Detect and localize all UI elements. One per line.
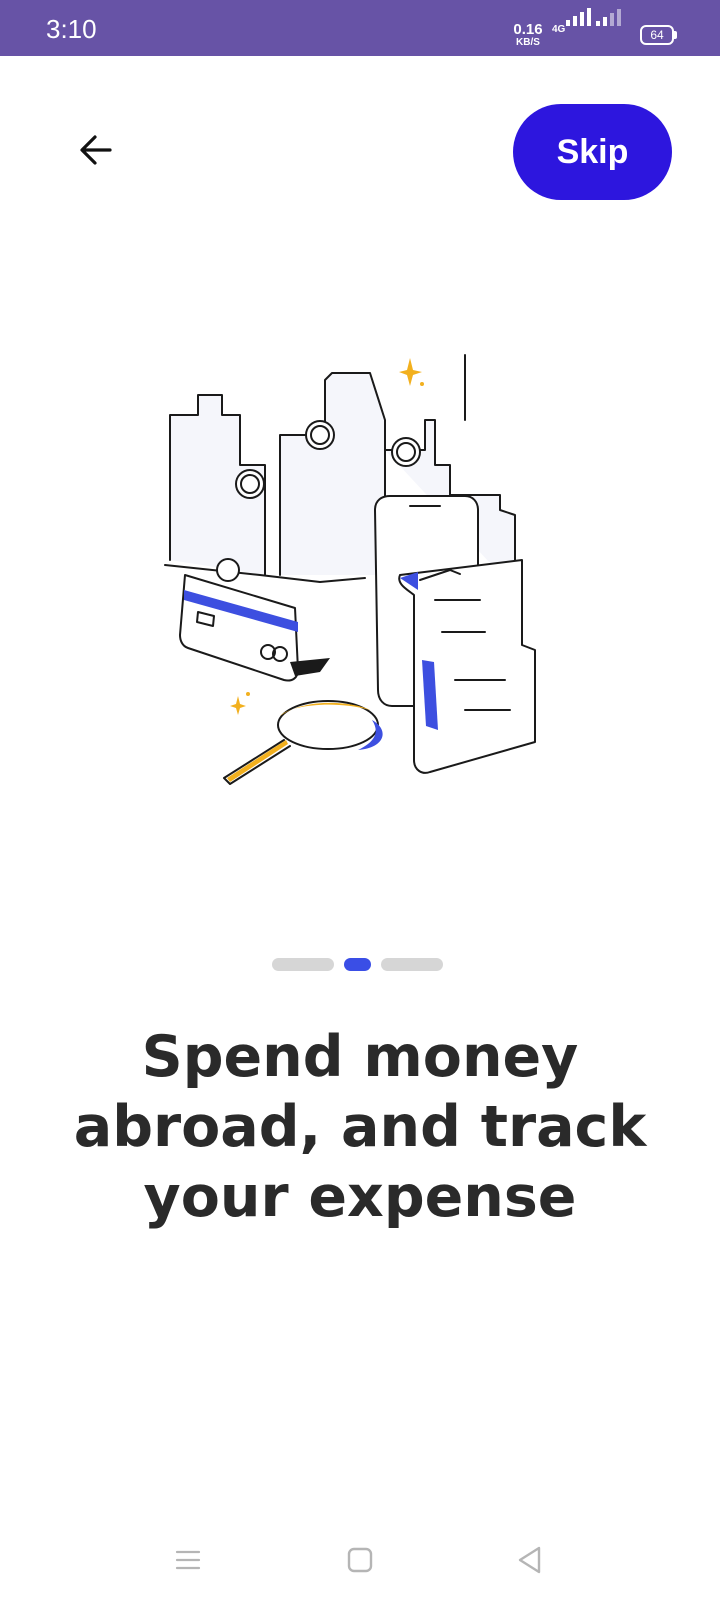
onboarding-title: Spend money abroad, and track your expen… (60, 1022, 660, 1232)
travel-expense-illustration (164, 354, 536, 785)
status-time: 3:10 (46, 14, 97, 44)
skip-button[interactable]: Skip (513, 104, 672, 200)
home-button[interactable] (340, 1540, 380, 1580)
net-speed-indicator: 0.16 KB/S (508, 22, 548, 48)
page-dot-active (344, 958, 371, 971)
system-nav-bar (0, 1520, 720, 1600)
menu-icon (175, 1550, 201, 1570)
onboarding-title-line: Spend money (141, 1024, 579, 1090)
menu-button[interactable] (168, 1540, 208, 1580)
back-triangle-icon (518, 1546, 541, 1574)
home-icon (347, 1547, 373, 1573)
battery-icon: 64 (640, 25, 677, 45)
onboarding-title-line: abroad, and track (73, 1094, 647, 1160)
network-type-label: 4G (552, 24, 566, 35)
status-bar: 3:10 0.16 KB/S 4G 64 (0, 0, 720, 56)
page-dot (272, 958, 334, 971)
back-button[interactable] (72, 126, 120, 174)
system-back-button[interactable] (510, 1540, 550, 1580)
arrow-left-icon (80, 135, 112, 165)
onboarding-title-line: your expense (143, 1164, 577, 1230)
net-speed-value: 0.16 (513, 21, 543, 38)
net-speed-unit: KB/S (516, 37, 540, 48)
page-dot (381, 958, 443, 971)
